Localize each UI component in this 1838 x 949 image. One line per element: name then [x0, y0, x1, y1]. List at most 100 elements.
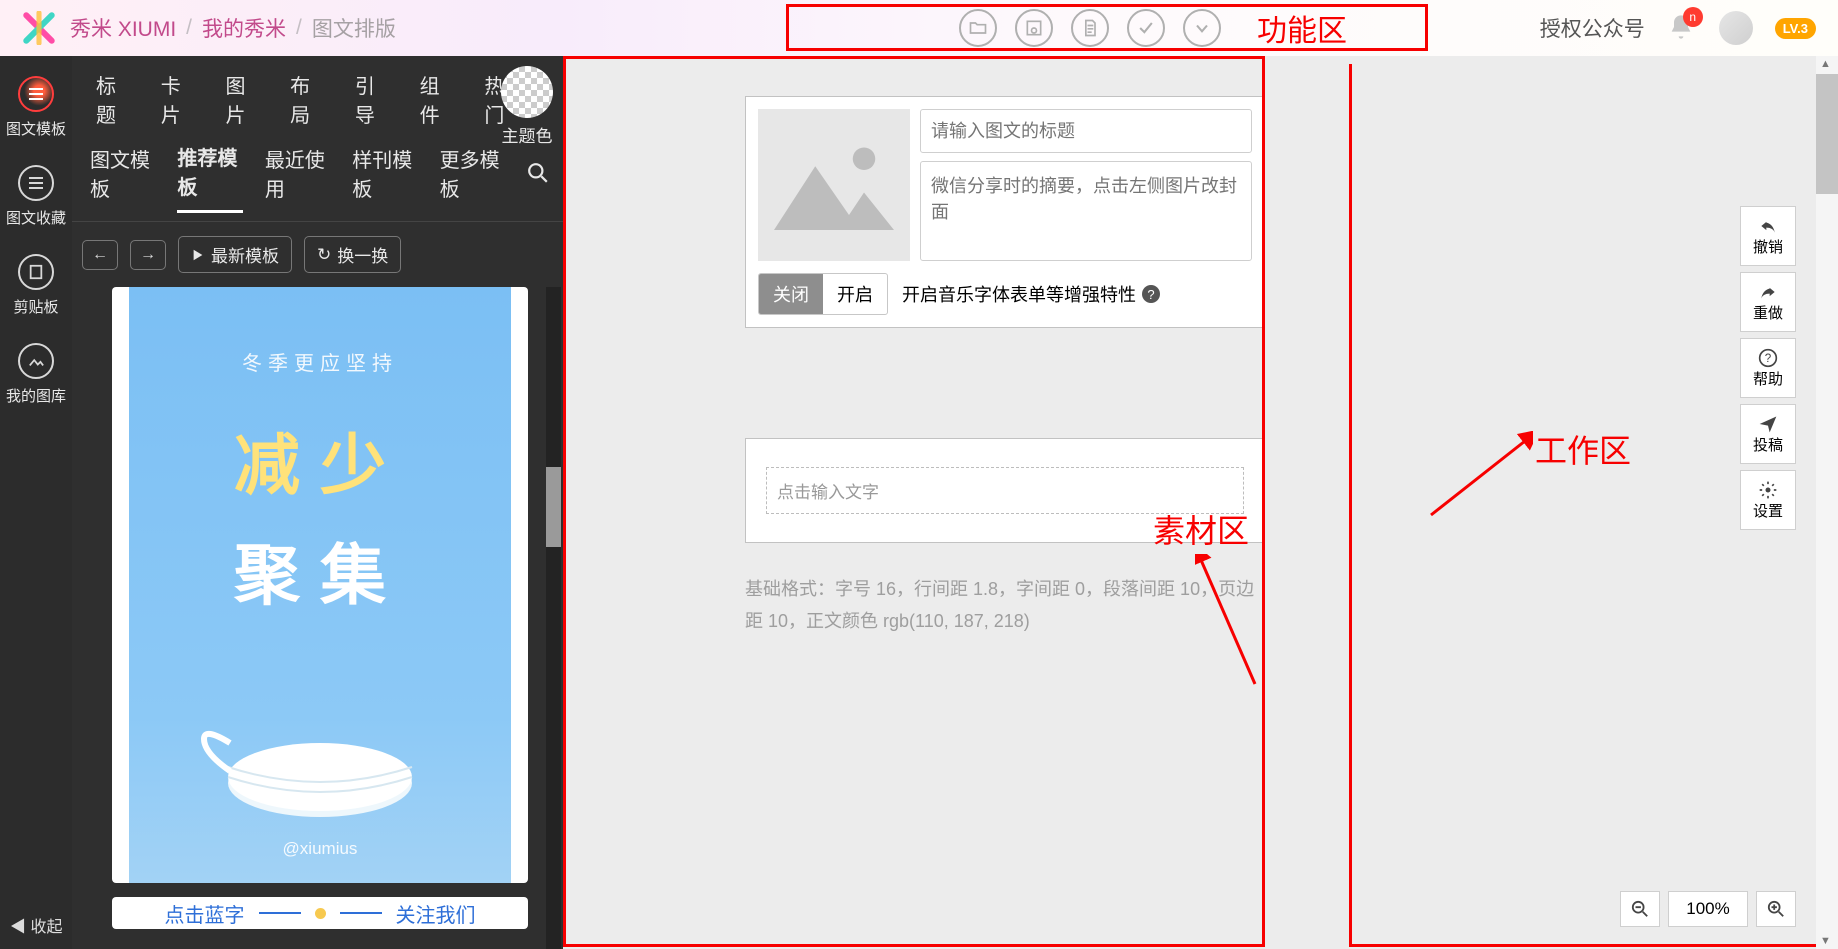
annotation-arrow-material	[1195, 554, 1265, 694]
tpl2-left-text: 点击蓝字	[165, 899, 245, 928]
breadcrumb-sep1: /	[186, 16, 192, 40]
help-hint-icon[interactable]: ?	[1142, 285, 1160, 303]
rail-item-templates[interactable]: 图文模板	[6, 76, 66, 139]
favorite-icon	[18, 165, 54, 201]
undo-button[interactable]: 撤销	[1740, 206, 1796, 266]
annotation-material-label: 素材区	[1153, 506, 1249, 552]
theme-swatch-icon	[501, 66, 553, 118]
notification-badge: n	[1683, 7, 1703, 27]
title-input[interactable]	[920, 109, 1252, 153]
theme-label: 主题色	[501, 122, 553, 147]
tab-guide[interactable]: 引导	[355, 70, 384, 128]
zoom-controls: 100%	[1620, 891, 1796, 927]
subtab-all[interactable]: 图文模板	[90, 144, 155, 212]
rail-item-label: 我的图库	[6, 385, 66, 406]
toggle-off-button[interactable]: 关闭	[759, 274, 823, 314]
sidebar-panel: 标题 卡片 图片 布局 引导 组件 热门 主题色 图文模板 推荐模板 最近使用 …	[72, 56, 563, 949]
rail-item-label: 剪贴板	[13, 296, 58, 317]
redo-button[interactable]: 重做	[1740, 272, 1796, 332]
breadcrumb-home[interactable]: 我的秀米	[202, 13, 286, 43]
template-card[interactable]: 冬季更应坚持 减少 聚集 @xiumius	[112, 287, 528, 883]
canvas-workarea: 关闭 开启 开启音乐字体表单等增强特性 ? 工作区 点击输入文字 基础格式：字号…	[563, 56, 1838, 949]
rail-item-favorites[interactable]: 图文收藏	[6, 165, 66, 228]
breadcrumb-current: 图文排版	[312, 13, 396, 43]
rail-item-label: 图文模板	[6, 118, 66, 139]
check-icon[interactable]	[1127, 9, 1165, 47]
function-area-toolbar: 功能区	[786, 4, 1428, 51]
settings-button[interactable]: 设置	[1740, 470, 1796, 530]
summary-textarea[interactable]	[920, 161, 1252, 261]
zoom-out-button[interactable]	[1620, 891, 1660, 927]
rail-item-label: 图文收藏	[6, 207, 66, 228]
user-level-badge: LV.3	[1775, 18, 1816, 39]
template-card-follow[interactable]: 点击蓝字 关注我们	[112, 897, 528, 929]
templates-icon	[18, 76, 54, 112]
help-button[interactable]: ? 帮助	[1740, 338, 1796, 398]
chevron-down-icon[interactable]	[1183, 9, 1221, 47]
folder-icon[interactable]	[959, 9, 997, 47]
collapse-rail-button[interactable]: ◀ 收起	[10, 913, 62, 937]
user-avatar[interactable]	[1719, 11, 1753, 45]
rail-item-gallery[interactable]: 我的图库	[6, 343, 66, 406]
document-icon[interactable]	[1071, 9, 1109, 47]
search-icon[interactable]	[527, 162, 549, 194]
enhance-description: 开启音乐字体表单等增强特性 ?	[902, 281, 1160, 307]
canvas-scrollbar[interactable]	[1816, 56, 1838, 949]
zoom-in-button[interactable]	[1756, 891, 1796, 927]
shuffle-button[interactable]: ↻换一换	[304, 236, 401, 273]
svg-text:?: ?	[1765, 352, 1772, 365]
toggle-on-button[interactable]: 开启	[823, 274, 887, 314]
poster-subtitle: 冬季更应坚持	[242, 347, 398, 376]
tab-image[interactable]: 图片	[225, 70, 254, 128]
scrollbar-thumb[interactable]	[546, 467, 561, 547]
template-list: 冬季更应坚持 减少 聚集 @xiumius 点击蓝字	[72, 287, 563, 949]
divider-line-icon	[259, 912, 301, 914]
clipboard-icon	[18, 254, 54, 290]
subtab-more[interactable]: 更多模板	[440, 144, 505, 212]
divider-line-icon	[340, 912, 382, 914]
breadcrumb-brand[interactable]: 秀米 XIUMI	[70, 13, 176, 43]
mask-illustration-icon	[200, 703, 440, 823]
main-area: 图文模板 图文收藏 剪贴板 我的图库 ◀ 收起 标题 卡片	[0, 56, 1838, 949]
panel-toolbar: ← → 最新模板 ↻换一换	[72, 221, 563, 287]
cover-image-button[interactable]	[758, 109, 910, 261]
notification-bell[interactable]: n	[1667, 13, 1697, 43]
theme-color-picker[interactable]: 主题色	[501, 66, 553, 147]
tab-card[interactable]: 卡片	[161, 70, 190, 128]
subtab-recent[interactable]: 最近使用	[265, 144, 330, 212]
save-disk-icon[interactable]	[1015, 9, 1053, 47]
category-tabs: 标题 卡片 图片 布局 引导 组件 热门	[72, 56, 563, 128]
tab-layout[interactable]: 布局	[290, 70, 319, 128]
template-subtabs: 图文模板 推荐模板 最近使用 样刊模板 更多模板	[72, 128, 563, 213]
tab-component[interactable]: 组件	[420, 70, 449, 128]
gallery-icon	[18, 343, 54, 379]
base-format-label: 基础格式：字号 16，行间距 1.8，字间距 0，段落间距 10，页边距 10，…	[745, 573, 1265, 638]
poster-handle: @xiumius	[283, 839, 358, 859]
scrollbar-thumb[interactable]	[1816, 74, 1838, 194]
nav-forward-button[interactable]: →	[130, 240, 166, 270]
latest-template-button[interactable]: 最新模板	[178, 236, 292, 273]
poster-line1: 减少	[234, 412, 406, 508]
function-area-label: 功能区	[1257, 6, 1347, 50]
tpl2-right-text: 关注我们	[396, 899, 476, 928]
article-header-card: 关闭 开启 开启音乐字体表单等增强特性 ?	[745, 96, 1265, 328]
panel-scrollbar[interactable]	[546, 287, 561, 949]
breadcrumb-sep2: /	[296, 16, 302, 40]
subtab-recommend[interactable]: 推荐模板	[177, 142, 242, 213]
annotation-workarea-label: 工作区	[1535, 426, 1631, 472]
poster-line2: 聚集	[234, 522, 406, 618]
nav-back-button[interactable]: ←	[82, 240, 118, 270]
right-float-toolbar: 撤销 重做 ? 帮助 投稿 设置	[1740, 206, 1796, 530]
rail-item-clipboard[interactable]: 剪贴板	[13, 254, 58, 317]
subtab-sample[interactable]: 样刊模板	[352, 144, 417, 212]
enhance-toggle: 关闭 开启	[758, 273, 888, 315]
tab-title[interactable]: 标题	[96, 70, 125, 128]
header-right: 授权公众号 n LV.3	[1540, 11, 1816, 45]
auth-account-button[interactable]: 授权公众号	[1540, 13, 1645, 43]
poster-preview: 冬季更应坚持 减少 聚集 @xiumius	[129, 287, 511, 883]
dot-icon	[315, 908, 326, 919]
app-logo-icon	[22, 11, 56, 45]
app-header: 秀米 XIUMI / 我的秀米 / 图文排版 功能区 授权公众号 n LV.3	[0, 0, 1838, 56]
submit-button[interactable]: 投稿	[1740, 404, 1796, 464]
zoom-value[interactable]: 100%	[1668, 891, 1748, 927]
